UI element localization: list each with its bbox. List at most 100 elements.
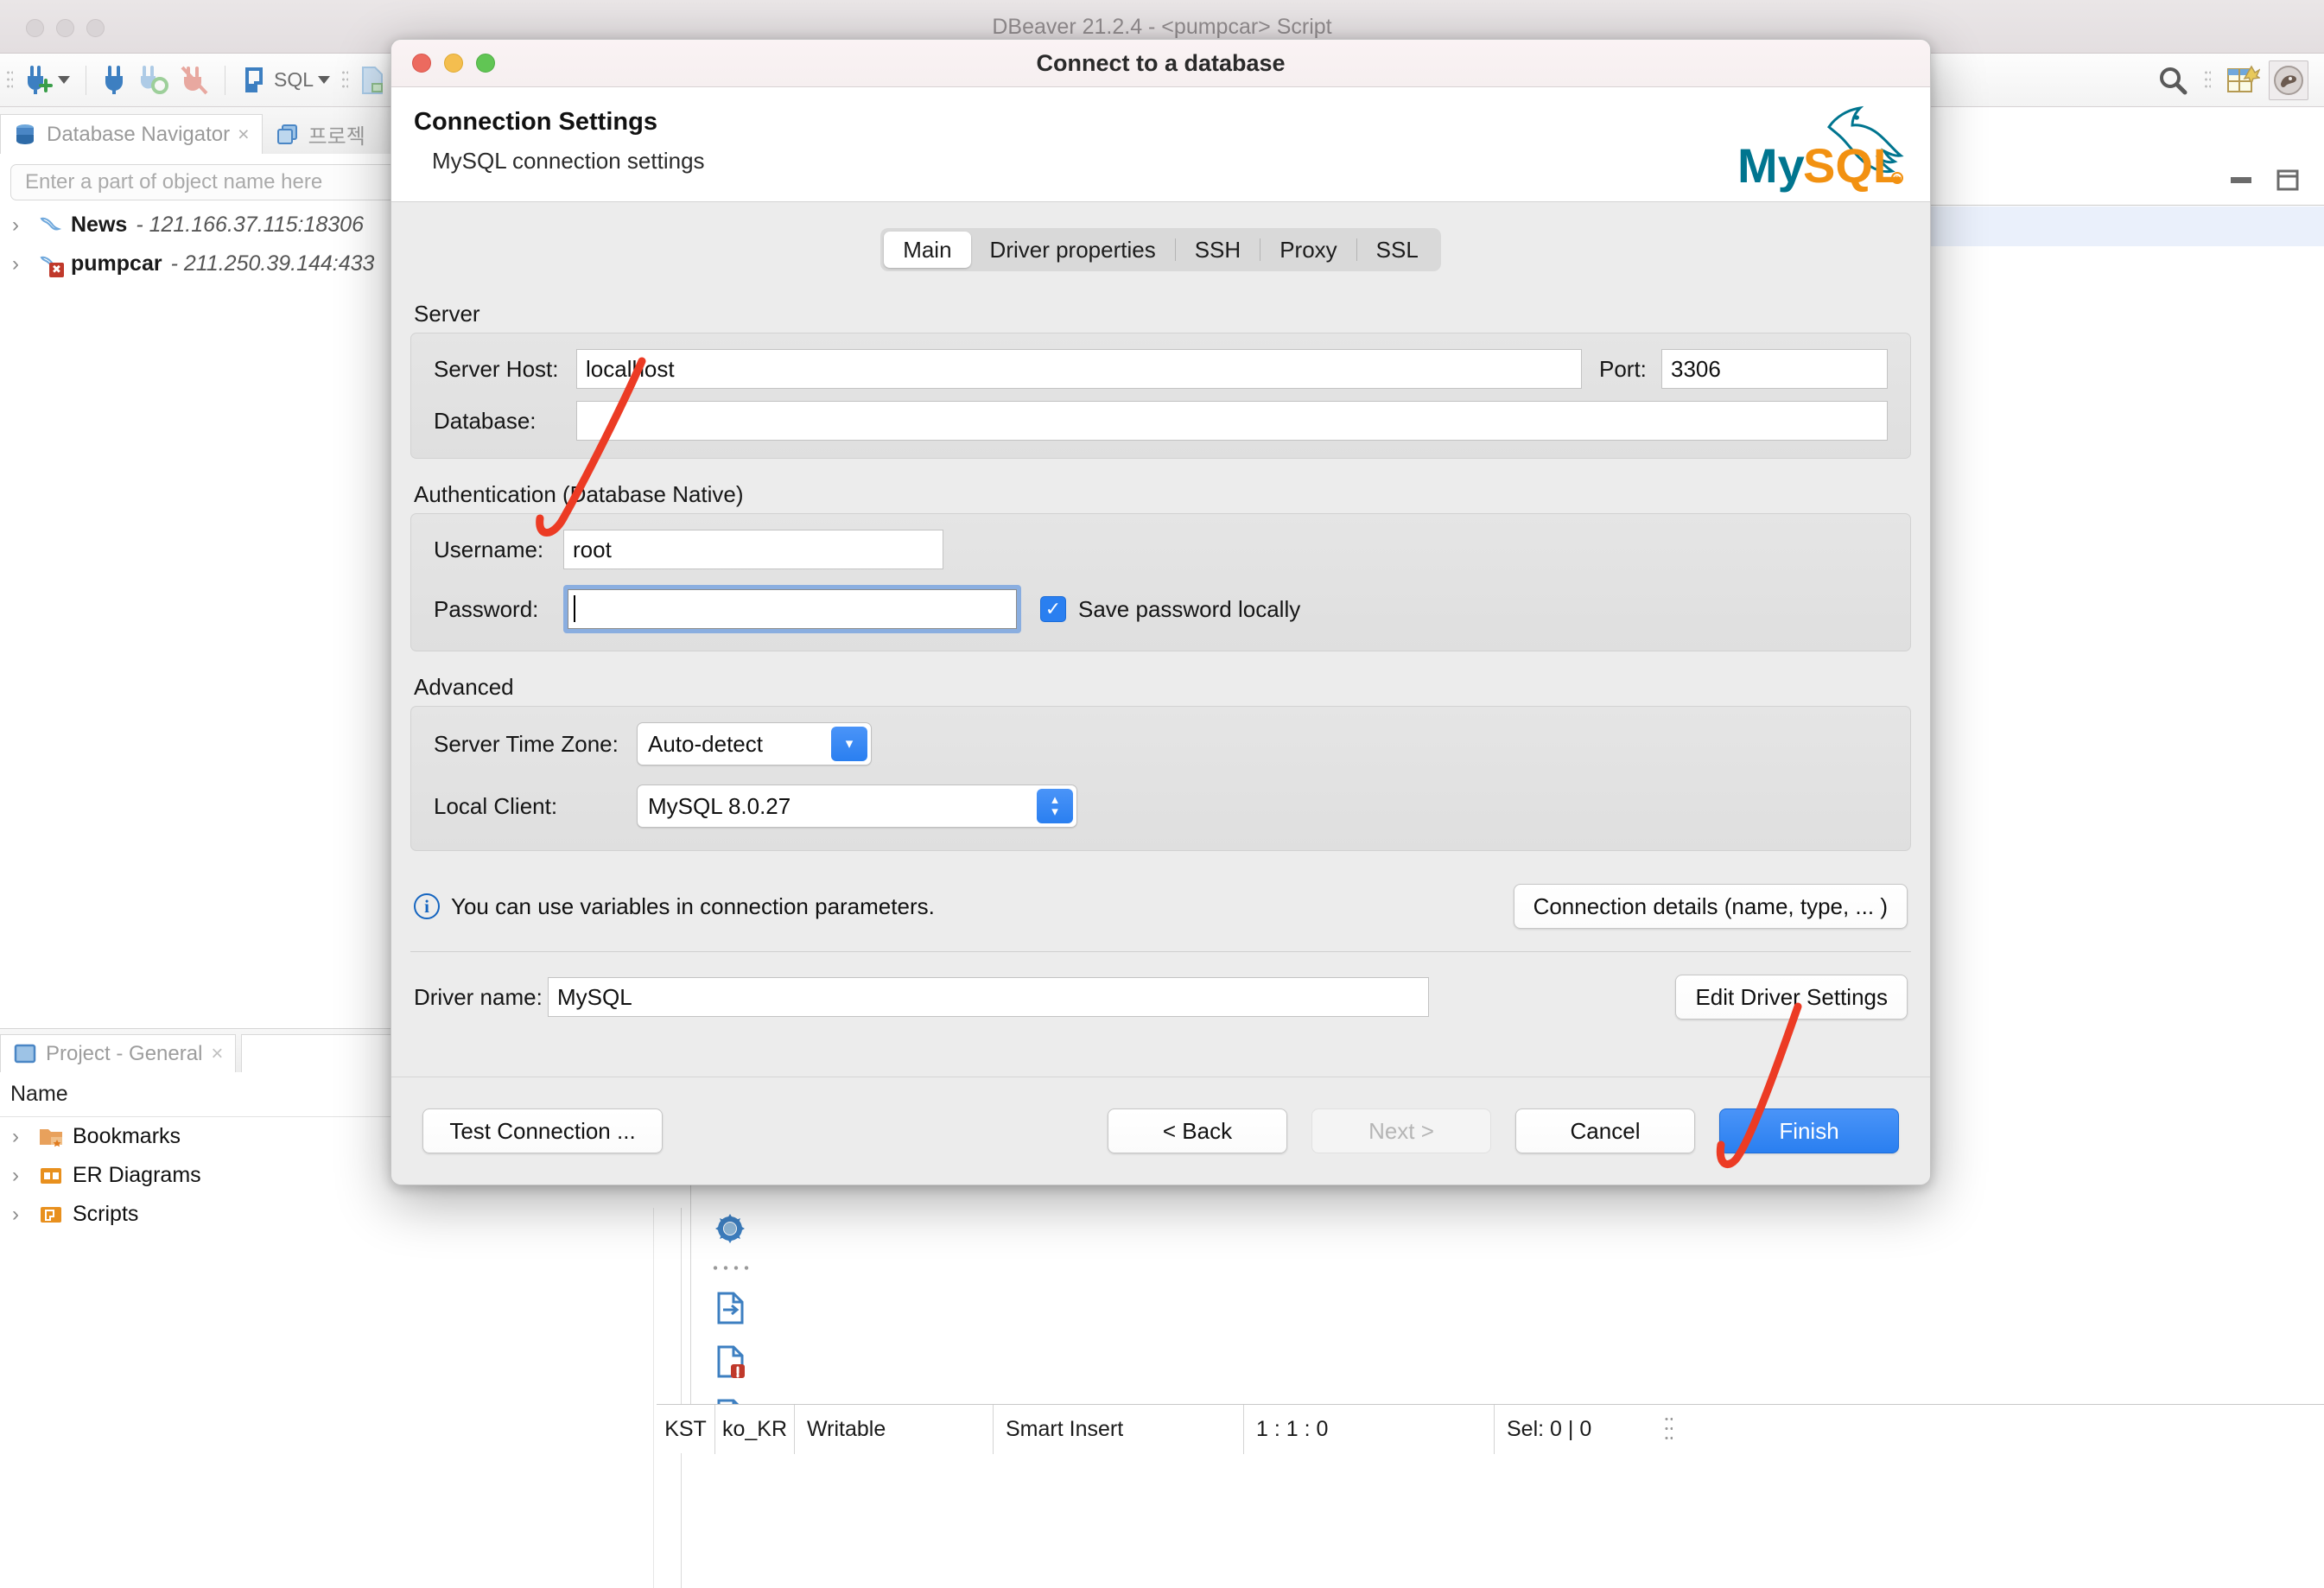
mysql-dolphin-icon xyxy=(40,217,62,230)
project-item-label-3: Scripts xyxy=(73,1202,139,1226)
document-export-icon[interactable] xyxy=(714,1291,746,1325)
database-row: Database: xyxy=(434,401,1888,441)
close-icon-project[interactable]: × xyxy=(211,1042,223,1066)
info-icon: i xyxy=(414,893,440,919)
error-badge-icon: ✖ xyxy=(49,262,64,277)
connection-details-button[interactable]: Connection details (name, type, ... ) xyxy=(1513,884,1908,929)
plug-disconnect-icon xyxy=(181,66,208,94)
chevron-down-icon-combo[interactable]: ▾ xyxy=(831,727,867,761)
edit-driver-settings-button[interactable]: Edit Driver Settings xyxy=(1675,975,1908,1019)
tab-database-navigator[interactable]: Database Navigator × xyxy=(0,114,263,154)
connect-button[interactable] xyxy=(97,61,133,99)
toolbar-grip-icon-3[interactable] xyxy=(2204,68,2211,92)
tab-driver-properties[interactable]: Driver properties xyxy=(971,232,1175,268)
server-timezone-combo[interactable]: Auto-detect ▾ xyxy=(637,722,872,765)
maximize-panel-icon[interactable] xyxy=(2274,166,2302,194)
authentication-group-label: Authentication (Database Native) xyxy=(414,481,744,507)
server-group: Server Host: localhost Port: 3306 Databa… xyxy=(410,333,1911,459)
object-filter-placeholder: Enter a part of object name here xyxy=(25,170,323,194)
chevron-right-icon-2[interactable]: › xyxy=(12,252,29,276)
variables-info-row: i You can use variables in connection pa… xyxy=(391,884,1930,929)
connect-to-database-dialog: Connect to a database Connection Setting… xyxy=(391,39,1931,1185)
server-host-label: Server Host: xyxy=(434,355,559,382)
chevron-right-icon[interactable]: › xyxy=(12,213,29,238)
search-icon[interactable] xyxy=(2156,64,2189,97)
server-host-row: Server Host: localhost Port: 3306 xyxy=(434,349,1888,389)
stepper-up-down-icon[interactable]: ▴ ▾ xyxy=(1037,789,1073,823)
bookmarks-folder-icon xyxy=(40,1128,62,1147)
toolbar-grip-icon[interactable] xyxy=(6,68,13,92)
save-password-checkbox[interactable]: ✓ xyxy=(1040,596,1066,622)
mysql-logo: My SQL R xyxy=(1727,96,1913,195)
project-item-scripts[interactable]: › Scripts xyxy=(0,1195,690,1234)
variables-info-text: You can use variables in connection para… xyxy=(451,892,935,919)
dialog-title: Connect to a database xyxy=(1036,49,1286,76)
project-tab-label: Project - General xyxy=(46,1041,203,1065)
close-icon[interactable]: × xyxy=(238,123,249,146)
back-button[interactable]: < Back xyxy=(1108,1108,1287,1153)
server-host-input[interactable]: localhost xyxy=(576,349,1582,389)
svg-text:R: R xyxy=(1895,175,1901,183)
new-sql-editor-button[interactable]: SQL xyxy=(236,61,335,99)
chevron-right-icon-4[interactable]: › xyxy=(12,1164,29,1188)
advanced-group: Server Time Zone: Auto-detect ▾ Local Cl… xyxy=(410,706,1911,851)
status-overflow-icon[interactable] xyxy=(1664,1414,1673,1444)
toolbar-grip-icon-2[interactable] xyxy=(341,68,349,92)
sql-label: SQL xyxy=(274,68,314,91)
tree-item-label-2: pumpcar xyxy=(71,251,162,276)
new-view-icon[interactable] xyxy=(2226,64,2260,97)
er-diagrams-folder-icon xyxy=(41,1167,61,1184)
tab-main[interactable]: Main xyxy=(884,232,971,268)
port-input[interactable]: 3306 xyxy=(1661,349,1888,389)
toolbar-right-group xyxy=(2156,60,2324,100)
text-caret xyxy=(574,595,575,622)
gear-icon[interactable] xyxy=(714,1212,746,1245)
project-item-label: Bookmarks xyxy=(73,1124,181,1148)
username-row: Username: root xyxy=(434,530,1888,569)
driver-row: Driver name: MySQL Edit Driver Settings xyxy=(391,975,1930,1019)
save-password-label: Save password locally xyxy=(1078,595,1301,622)
password-row: Password: ✓ Save password locally xyxy=(434,585,1888,633)
driver-name-label: Driver name: xyxy=(414,983,543,1010)
chevron-right-icon-5[interactable]: › xyxy=(12,1203,29,1227)
chevron-right-icon-3[interactable]: › xyxy=(12,1125,29,1149)
minimize-panel-icon[interactable] xyxy=(2227,166,2255,194)
username-input[interactable]: root xyxy=(563,530,943,569)
svg-text:My: My xyxy=(1737,138,1805,193)
advanced-group-label: Advanced xyxy=(414,674,514,700)
database-icon xyxy=(16,124,34,144)
plug-refresh-icon xyxy=(141,65,168,94)
disconnect-button[interactable] xyxy=(175,61,214,99)
editor-side-icon-strip: {x} xyxy=(700,1212,760,1432)
chevron-down-icon-2 xyxy=(318,76,331,84)
server-group-label: Server xyxy=(414,301,480,327)
password-field-wrapper xyxy=(563,585,1021,633)
tab-label-navigator: Database Navigator xyxy=(47,122,231,146)
tab-ssh[interactable]: SSH xyxy=(1176,232,1260,268)
tab-project-general[interactable]: Project - General × xyxy=(0,1034,237,1072)
document-error-icon[interactable] xyxy=(714,1344,746,1379)
new-connection-button[interactable] xyxy=(19,61,75,99)
local-client-combo[interactable]: MySQL 8.0.27 ▴ ▾ xyxy=(637,784,1077,828)
cancel-button[interactable]: Cancel xyxy=(1515,1108,1695,1153)
timezone-label: Server Time Zone: xyxy=(434,730,619,757)
drag-dots-icon xyxy=(710,1264,750,1272)
status-caret-position: 1 : 1 : 0 xyxy=(1244,1404,1495,1454)
svg-text:SQL: SQL xyxy=(1803,138,1902,193)
database-input[interactable] xyxy=(576,401,1888,441)
plug-add-icon xyxy=(28,65,53,94)
tree-item-label: News xyxy=(71,213,128,237)
password-input[interactable] xyxy=(568,589,1017,629)
tab-proxy[interactable]: Proxy xyxy=(1260,232,1356,268)
tab-ssl[interactable]: SSL xyxy=(1357,232,1438,268)
finish-button[interactable]: Finish xyxy=(1719,1108,1899,1153)
local-client-row: Local Client: MySQL 8.0.27 ▴ ▾ xyxy=(434,784,1888,828)
user-avatar[interactable] xyxy=(2269,60,2308,100)
project-item-label-2: ER Diagrams xyxy=(73,1163,201,1187)
reconnect-button[interactable] xyxy=(133,61,175,99)
test-connection-button[interactable]: Test Connection ... xyxy=(422,1108,663,1153)
tab-project[interactable]: 프로젝 xyxy=(263,114,378,154)
tree-item-address: - 121.166.37.115:18306 xyxy=(136,213,364,237)
port-label: Port: xyxy=(1599,355,1647,382)
timezone-row: Server Time Zone: Auto-detect ▾ xyxy=(434,722,1888,765)
